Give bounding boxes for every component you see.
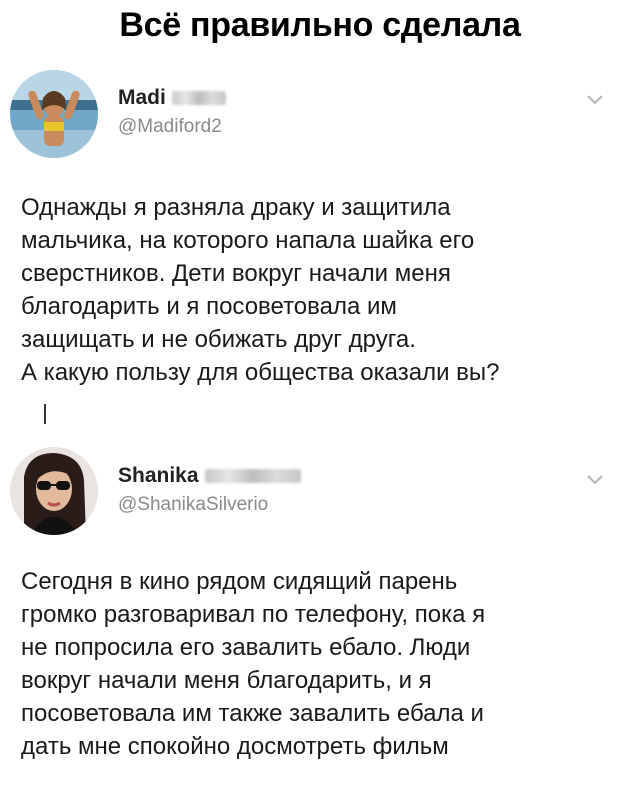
tweet-text: Сегодня в кино рядом сидящий парень гром… bbox=[21, 568, 486, 760]
author-handle[interactable]: @ShanikaSilverio bbox=[118, 494, 268, 516]
avatar[interactable] bbox=[10, 447, 98, 535]
author-name-label: Shanika bbox=[118, 464, 199, 487]
blurred-surname bbox=[204, 469, 301, 484]
chevron-down-icon[interactable] bbox=[584, 468, 606, 490]
author-name[interactable]: Shanika bbox=[118, 464, 301, 488]
user-photo-icon bbox=[10, 447, 98, 535]
tweet-card: Shanika @ShanikaSilverio Сегодня в кино … bbox=[0, 0, 640, 788]
